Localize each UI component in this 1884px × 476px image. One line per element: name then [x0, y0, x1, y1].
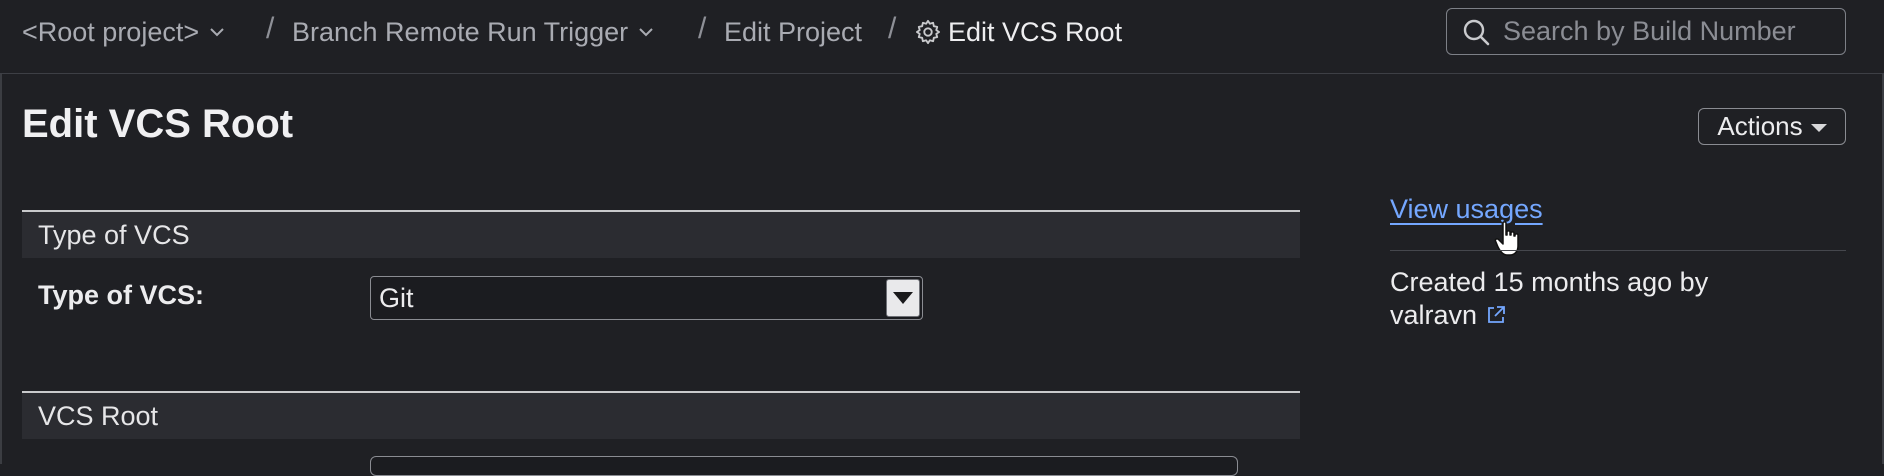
search-icon [1463, 19, 1490, 45]
created-info: Created 15 months ago by valravn [1390, 266, 1830, 332]
section-header-vcs-root: VCS Root [22, 391, 1300, 439]
search-box[interactable] [1446, 8, 1846, 55]
chevron-down-icon [1810, 124, 1827, 132]
section-header-label: Type of VCS [38, 219, 190, 250]
breadcrumb-separator: / [266, 12, 275, 45]
breadcrumb-current: Edit VCS Root [914, 14, 1122, 50]
breadcrumb-current-label: Edit VCS Root [948, 16, 1123, 47]
type-of-vcs-label: Type of VCS: [38, 280, 205, 310]
external-link-icon[interactable] [1485, 304, 1507, 326]
chevron-down-icon [639, 28, 653, 37]
page-title: Edit VCS Root [22, 102, 294, 146]
breadcrumb-project[interactable]: Branch Remote Run Trigger [292, 14, 654, 50]
section-header-type-of-vcs: Type of VCS [22, 210, 1300, 258]
top-header: <Root project> / Branch Remote Run Trigg… [0, 0, 1884, 74]
chevron-down-icon [210, 28, 224, 37]
created-by-user[interactable]: valravn [1390, 300, 1477, 330]
breadcrumb-project-label: Branch Remote Run Trigger [292, 16, 629, 47]
hand-cursor-icon [1494, 221, 1519, 256]
actions-button-label: Actions [1717, 111, 1803, 141]
type-of-vcs-select[interactable]: Git [370, 276, 923, 320]
vcs-root-input[interactable] [370, 456, 1238, 476]
breadcrumb-edit-project[interactable]: Edit Project [724, 14, 862, 50]
search-input[interactable] [1503, 16, 1823, 47]
breadcrumb-separator: / [698, 12, 707, 45]
gear-icon [915, 19, 941, 45]
sidebar-divider [1390, 250, 1846, 251]
dropdown-arrow-icon[interactable] [886, 279, 920, 317]
breadcrumb-edit-project-label: Edit Project [724, 16, 863, 47]
breadcrumb-root-project[interactable]: <Root project> [22, 14, 225, 50]
breadcrumb-separator: / [888, 12, 897, 45]
type-of-vcs-selected-value: Git [379, 282, 414, 313]
actions-button[interactable]: Actions [1698, 108, 1846, 145]
section-header-label: VCS Root [38, 400, 159, 431]
created-prefix: Created 15 months ago by [1390, 267, 1709, 297]
breadcrumb-root-label: <Root project> [22, 16, 200, 47]
